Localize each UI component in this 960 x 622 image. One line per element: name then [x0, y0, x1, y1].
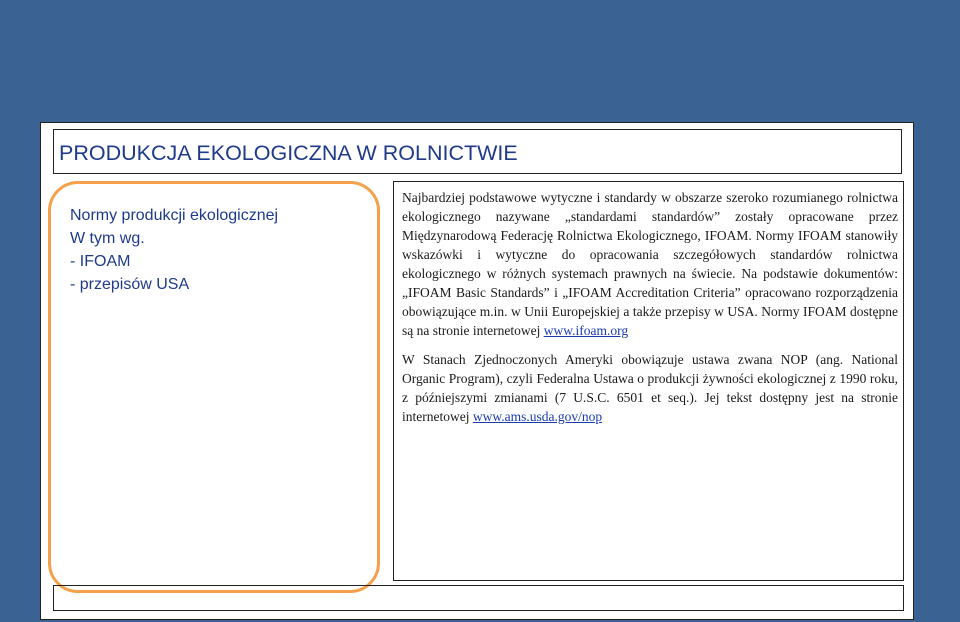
slide: PRODUKCJA EKOLOGICZNA W ROLNICTWIE Normy…	[40, 122, 914, 620]
paragraph-nop: W Stanach Zjednoczonych Ameryki obowiązu…	[402, 350, 898, 426]
footer-box	[53, 585, 904, 611]
slide-title: PRODUKCJA EKOLOGICZNA W ROLNICTWIE	[59, 141, 518, 165]
ifoam-link[interactable]: www.ifoam.org	[544, 323, 628, 338]
left-panel-line: Normy produkcji ekologicznej	[70, 207, 279, 224]
left-panel-list: Normy produkcji ekologicznej W tym wg. -…	[70, 204, 278, 296]
left-panel-line: - IFOAM	[70, 253, 131, 270]
content-box: Najbardziej podstawowe wytyczne i standa…	[393, 181, 904, 581]
title-box: PRODUKCJA EKOLOGICZNA W ROLNICTWIE	[53, 129, 902, 174]
paragraph-ifoam: Najbardziej podstawowe wytyczne i standa…	[402, 188, 898, 340]
left-panel-line: - przepisów USA	[70, 276, 190, 293]
left-panel-line: W tym wg.	[70, 230, 145, 247]
left-panel: Normy produkcji ekologicznej W tym wg. -…	[48, 181, 380, 593]
usda-nop-link[interactable]: www.ams.usda.gov/nop	[473, 409, 602, 424]
paragraph-ifoam-text: Najbardziej podstawowe wytyczne i standa…	[402, 190, 898, 338]
content-text: Najbardziej podstawowe wytyczne i standa…	[402, 188, 898, 436]
